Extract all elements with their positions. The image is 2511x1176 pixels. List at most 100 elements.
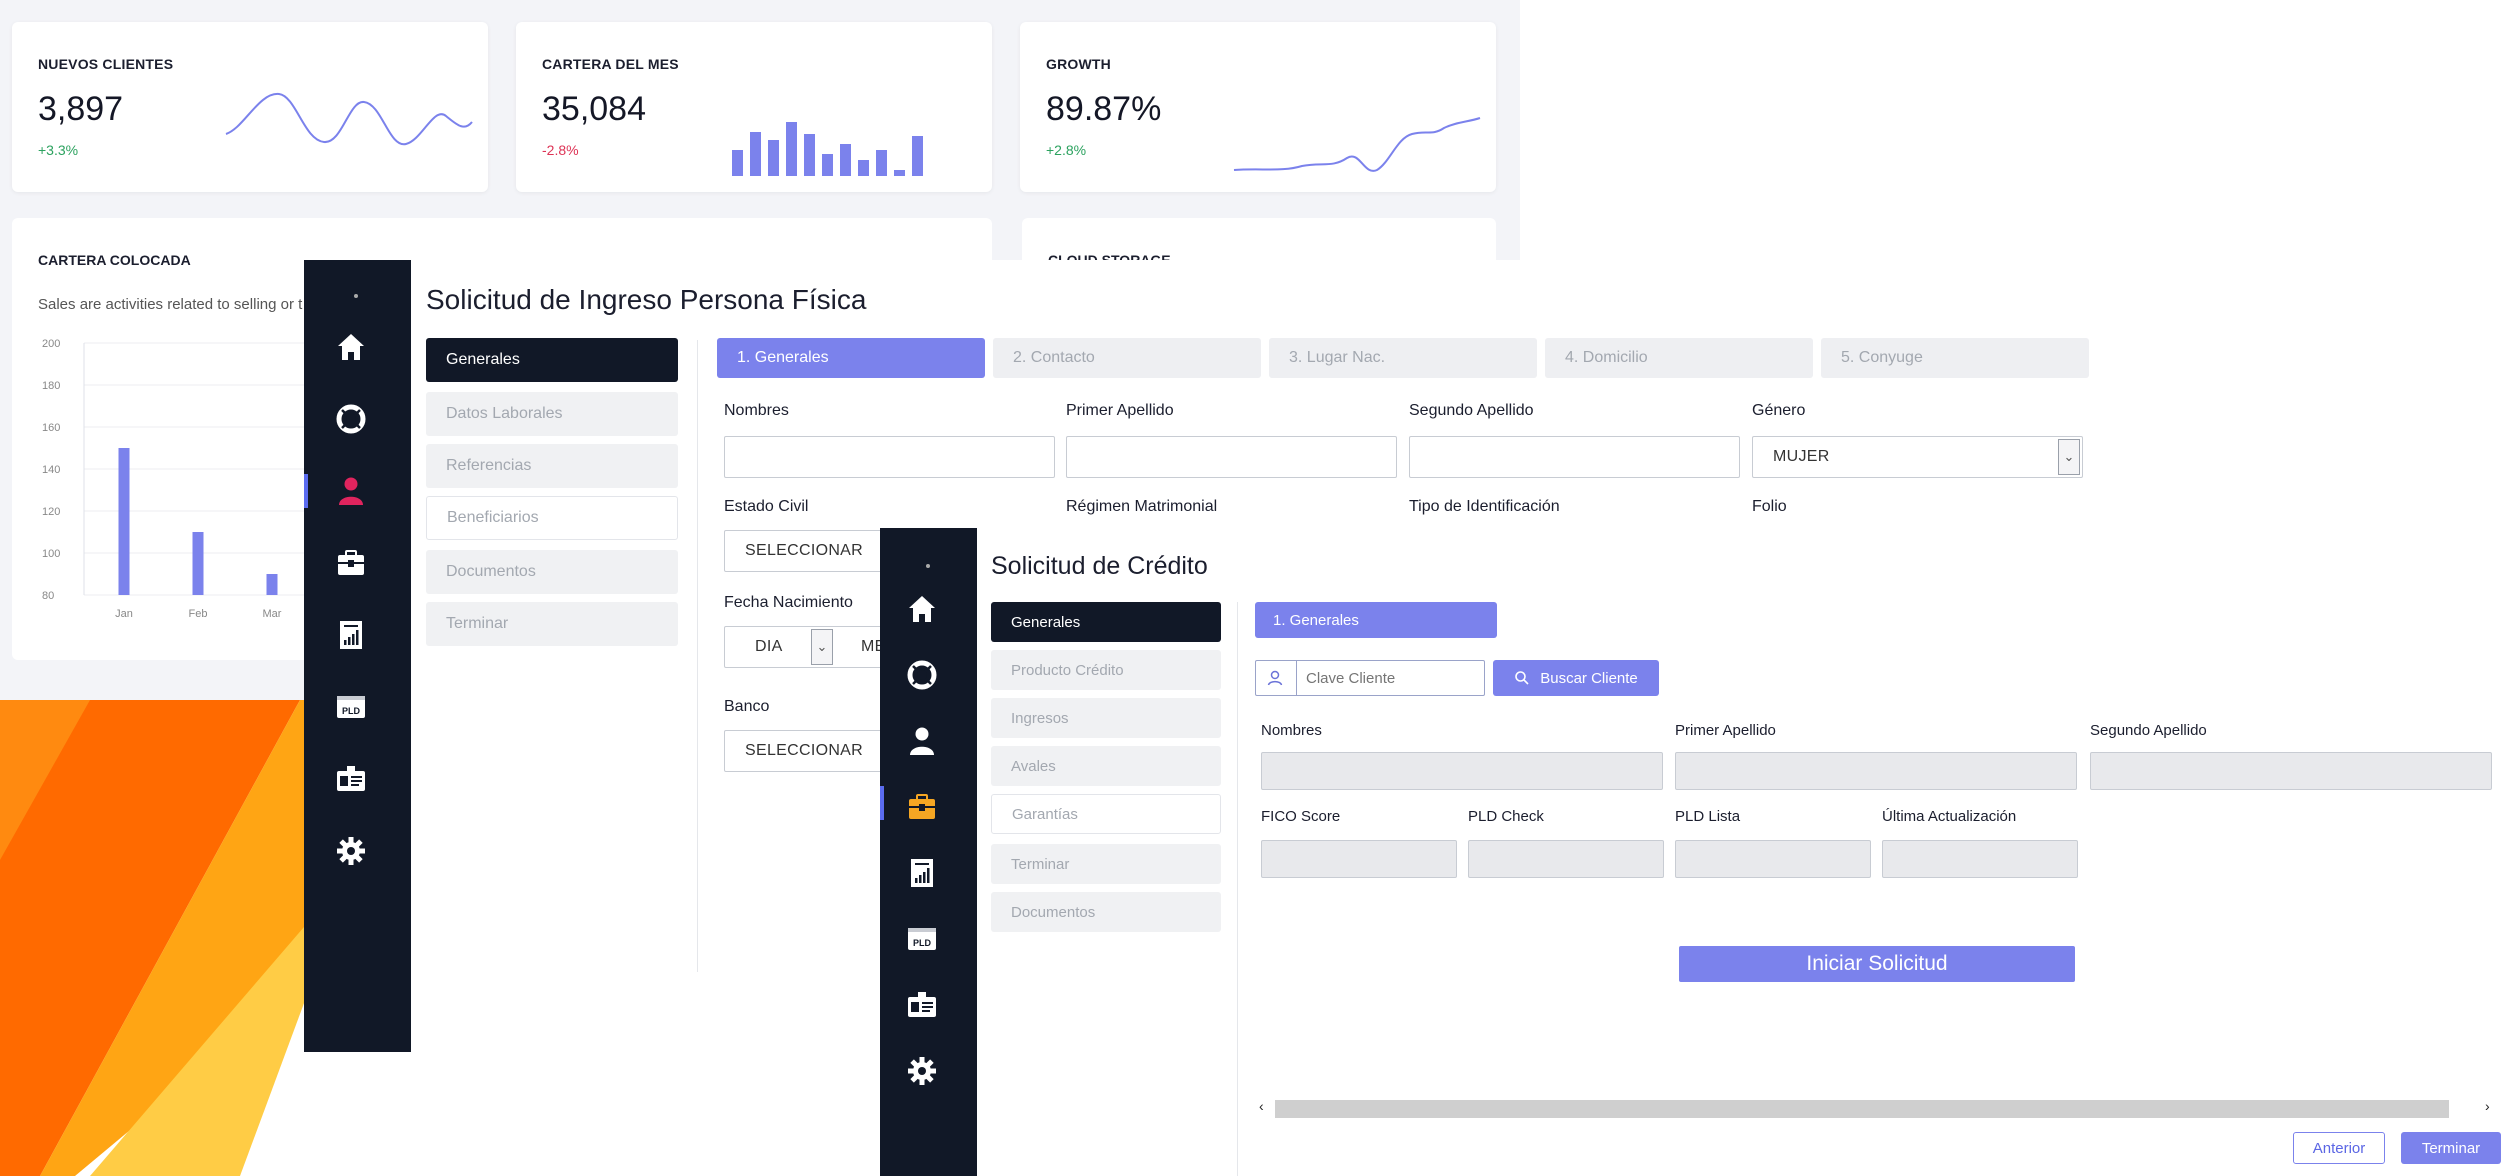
segundo-apellido-input[interactable] (1409, 436, 1740, 478)
bar (118, 448, 130, 595)
sparkline-chart (1233, 117, 1481, 172)
side-item-ingresos[interactable]: Ingresos (991, 698, 1221, 738)
chevron-down-icon[interactable]: ⌄ (2058, 439, 2080, 475)
home-icon[interactable] (905, 592, 939, 626)
label-pld-lista: PLD Lista (1675, 808, 1741, 825)
label-pld-check: PLD Check (1468, 808, 1544, 825)
genero-value: MUJER (1773, 448, 1830, 465)
mini-bar-chart (732, 122, 923, 176)
label-primer-apellido: Primer Apellido (1066, 402, 1174, 419)
side-item-terminar[interactable]: Terminar (991, 844, 1221, 884)
side-item-referencias[interactable]: Referencias (426, 444, 678, 488)
clave-cliente-field[interactable] (1255, 660, 1485, 696)
side-item-documentos[interactable]: Documentos (426, 550, 678, 594)
genero-select[interactable]: MUJER ⌄ (1752, 436, 2083, 478)
side-item-producto-credito[interactable]: Producto Crédito (991, 650, 1221, 690)
primer-apellido-field (1675, 752, 2077, 790)
tab-lugar-nac[interactable]: 3. Lugar Nac. (1269, 338, 1537, 378)
y-tick-label: 140 (42, 464, 60, 476)
id-card-icon[interactable] (905, 988, 939, 1022)
label-fecha-nacimiento: Fecha Nacimiento (724, 594, 853, 611)
anterior-button[interactable]: Anterior (2293, 1132, 2385, 1164)
report-icon[interactable] (905, 856, 939, 890)
briefcase-icon[interactable] (334, 546, 368, 580)
lifebuoy-icon[interactable] (334, 402, 368, 436)
label-banco: Banco (724, 698, 770, 715)
card-subtitle: Sales are activities related to selling … (38, 296, 303, 313)
label-primer-apellido: Primer Apellido (1675, 722, 1776, 739)
pld-lista-field (1675, 840, 1871, 878)
page-title: Solicitud de Ingreso Persona Física (426, 284, 867, 315)
label-nombres: Nombres (724, 402, 789, 419)
bar (266, 574, 278, 595)
field-divider (1296, 661, 1297, 695)
side-item-garantias[interactable]: Garantías (991, 794, 1221, 834)
dia-value: DIA (755, 638, 783, 655)
stat-value: 89.87% (1046, 90, 1162, 128)
user-icon[interactable] (905, 724, 939, 758)
buscar-cliente-label: Buscar Cliente (1540, 669, 1638, 687)
scroll-left-arrow[interactable]: ‹ (1259, 1098, 1264, 1114)
iniciar-solicitud-button[interactable]: Iniciar Solicitud (1679, 946, 2075, 982)
tab-generales[interactable]: 1. Generales (1255, 602, 1497, 638)
sparkline-chart (225, 92, 473, 146)
label-segundo-apellido: Segundo Apellido (1409, 402, 1534, 419)
stat-title: NUEVOS CLIENTES (38, 56, 174, 72)
stat-title: CARTERA DEL MES (542, 56, 679, 72)
gear-icon[interactable] (905, 1054, 939, 1088)
ultima-actualizacion-field (1882, 840, 2078, 878)
y-tick-label: 120 (42, 506, 60, 518)
tab-contacto[interactable]: 2. Contacto (993, 338, 1261, 378)
buscar-cliente-button[interactable]: Buscar Cliente (1493, 660, 1659, 696)
primer-apellido-input[interactable] (1066, 436, 1397, 478)
segundo-apellido-field (2090, 752, 2492, 790)
card-title: CARTERA COLOCADA (38, 252, 191, 268)
bar-chart: 80 100 120 140 160 180 200 Jan Feb Mar (42, 338, 332, 620)
report-icon[interactable] (334, 618, 368, 652)
user-icon[interactable] (334, 474, 368, 508)
nombres-input[interactable] (724, 436, 1055, 478)
tab-generales[interactable]: 1. Generales (717, 338, 985, 378)
lifebuoy-icon[interactable] (905, 658, 939, 692)
scroll-right-arrow[interactable]: › (2485, 1098, 2490, 1114)
stat-delta: -2.8% (542, 142, 579, 158)
side-item-avales[interactable]: Avales (991, 746, 1221, 786)
gear-icon[interactable] (334, 834, 368, 868)
y-tick-label: 200 (42, 338, 60, 350)
home-icon[interactable] (334, 330, 368, 364)
side-item-generales[interactable]: Generales (426, 338, 678, 382)
briefcase-icon[interactable] (905, 790, 939, 824)
side-item-generales[interactable]: Generales (991, 602, 1221, 642)
tab-conyuge[interactable]: 5. Conyuge (1821, 338, 2089, 378)
id-card-icon[interactable] (334, 762, 368, 796)
horizontal-scrollbar[interactable] (1275, 1100, 2449, 1118)
nombres-field (1261, 752, 1663, 790)
pld-check-field (1468, 840, 1664, 878)
label-ultima-actualizacion: Última Actualización (1882, 808, 2017, 825)
label-folio: Folio (1752, 498, 1787, 515)
stat-card-cartera-mes: CARTERA DEL MES 35,084 -2.8% (516, 22, 992, 192)
x-tick-label: Feb (189, 608, 208, 620)
search-icon (1515, 671, 1529, 685)
vertical-divider (1237, 602, 1238, 1176)
banco-select[interactable]: SELECCIONAR (724, 730, 884, 772)
estado-civil-select[interactable]: SELECCIONAR (724, 530, 884, 572)
bar (192, 532, 204, 595)
stat-delta: +2.8% (1046, 142, 1087, 158)
side-item-terminar[interactable]: Terminar (426, 602, 678, 646)
side-item-documentos[interactable]: Documentos (991, 892, 1221, 932)
y-tick-label: 100 (42, 548, 60, 560)
tab-domicilio[interactable]: 4. Domicilio (1545, 338, 1813, 378)
pld-icon[interactable]: PLD (905, 922, 939, 956)
page-title: Solicitud de Crédito (991, 552, 1208, 580)
side-item-datos-laborales[interactable]: Datos Laborales (426, 392, 678, 436)
fecha-dia-select[interactable]: DIA ⌄ ME (724, 626, 885, 668)
sidebar-active-indicator (880, 786, 884, 820)
chevron-down-icon[interactable]: ⌄ (811, 629, 833, 665)
side-item-beneficiarios[interactable]: Beneficiarios (426, 496, 678, 540)
terminar-button[interactable]: Terminar (2401, 1132, 2501, 1164)
pld-icon[interactable]: PLD (334, 690, 368, 724)
stat-title: GROWTH (1046, 56, 1111, 72)
label-segundo-apellido: Segundo Apellido (2090, 722, 2207, 739)
clave-cliente-input[interactable] (1306, 667, 1476, 689)
